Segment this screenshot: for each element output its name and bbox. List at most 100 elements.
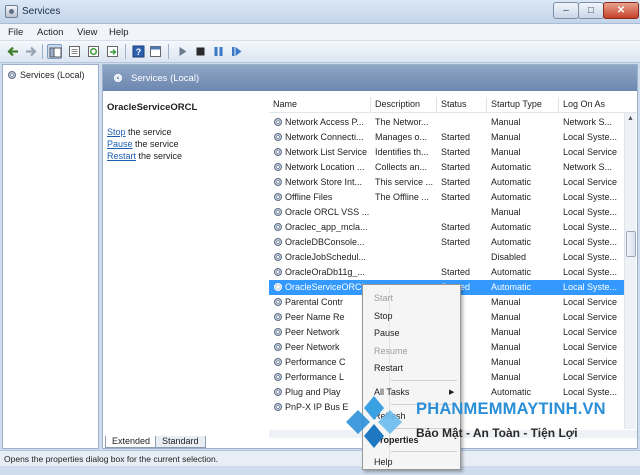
log-on-as-cell: Network S... [563,117,613,127]
column-header-description[interactable]: Description [371,97,437,112]
service-name-cell: Network Access P... [273,117,372,127]
watermark: PHANMEMMAYTINH.VN Bảo Mật - An Toàn - Ti… [342,394,640,450]
detail-panel: OracleServiceORCL Stop the service Pause… [103,91,269,431]
scroll-up-icon[interactable]: ▲ [627,115,634,122]
description-cell: This service ... [375,177,434,187]
tree-item-services-local[interactable]: Services (Local) [7,70,85,80]
table-row[interactable]: OracleDBConsole... Started Automatic Local … [269,235,624,250]
service-name-cell: Network Connecti... [273,132,372,142]
menu-item-help[interactable]: Help [374,457,393,467]
minimize-button[interactable]: – [553,2,579,19]
table-row[interactable]: Network Store Int... This service ... Star… [269,175,624,190]
menu-file[interactable]: File [8,27,23,38]
description-cell: The Offline ... [375,192,429,202]
startup-type-cell: Manual [491,147,521,157]
properties-icon[interactable] [67,44,82,59]
gear-icon [273,192,283,202]
status-cell: Started [441,192,471,202]
maximize-button[interactable]: □ [578,2,604,19]
tree-item-label: Services (Local) [20,70,85,80]
table-row[interactable]: Network Location ... Collects an... Starte… [269,160,624,175]
service-name-cell: Network List Service [273,147,372,157]
menu-view[interactable]: View [77,27,97,38]
service-name: OracleOraDb11g_... [285,267,365,277]
gear-icon [273,372,283,382]
toolbar: ? [0,41,640,63]
service-name: Offline Files [285,192,333,202]
menu-item-stop[interactable]: Stop [374,311,393,321]
console-icon[interactable] [148,44,163,59]
restart-icon[interactable] [229,44,244,59]
table-row[interactable]: Oraclec_app_mcla... Started Automatic Local… [269,220,624,235]
table-row[interactable]: OracleJobSchedul... Disabled Local Syste..… [269,250,624,265]
table-row[interactable]: Network Connecti... Manages o... Started Ma… [269,130,624,145]
back-arrow-icon[interactable] [6,44,21,59]
close-button[interactable]: ✕ [603,2,639,19]
menu-item-resume[interactable]: Resume [374,346,408,356]
column-header-name[interactable]: Name [269,97,371,112]
startup-type-cell: Automatic [491,282,532,292]
vertical-scrollbar[interactable]: ▲ [624,113,636,429]
column-header-status[interactable]: Status [437,97,487,112]
startup-type-cell: Manual [491,297,521,307]
scroll-thumb[interactable] [626,231,636,257]
startup-type-cell: Automatic [491,267,532,277]
description-cell: Identifies th... [375,147,429,157]
table-row[interactable]: Oracle ORCL VSS ... Manual Local Syste... [269,205,624,220]
log-on-as-cell: Local Syste... [563,222,618,232]
column-header-row: Name Description Status Startup Type Log… [269,97,637,113]
service-name: OracleServiceORCL [285,282,367,292]
service-name: Peer Network [285,327,340,337]
table-row[interactable]: Network List Service Identifies th... Star… [269,145,624,160]
show-tree-icon[interactable] [47,44,62,59]
description-cell: Manages o... [375,132,428,142]
pause-service-link[interactable]: Pause [107,139,133,149]
log-on-as-cell: Local Syste... [563,267,618,277]
service-name: Network Connecti... [285,132,364,142]
menu-action[interactable]: Action [37,27,63,38]
stop-icon[interactable] [193,44,208,59]
service-name: Plug and Play [285,387,341,397]
service-name-cell: OracleOraDb11g_... [273,267,372,277]
column-header-log-on-as[interactable]: Log On As [559,97,624,112]
watermark-tagline: Bảo Mật - An Toàn - Tiện Lợi [416,426,578,440]
play-icon[interactable] [175,44,190,59]
status-cell: Started [441,147,471,157]
menu-item-restart[interactable]: Restart [374,363,403,373]
log-on-as-cell: Local Service [563,327,618,337]
menu-item-pause[interactable]: Pause [374,328,400,338]
tab-extended[interactable]: Extended [105,436,158,448]
menu-help[interactable]: Help [109,27,129,38]
refresh-icon[interactable] [86,44,101,59]
service-name: Oraclec_app_mcla... [285,222,368,232]
export-icon[interactable] [105,44,120,59]
startup-type-cell: Automatic [491,162,532,172]
service-name-cell: Performance C [273,357,372,367]
pause-icon[interactable] [211,44,226,59]
service-name: Peer Name Re [285,312,345,322]
action-text: the service [136,151,183,161]
table-row[interactable]: Offline Files The Offline ... Started Autom… [269,190,624,205]
menu-item-start[interactable]: Start [374,293,393,303]
service-name-cell: Offline Files [273,192,372,202]
column-header-startup-type[interactable]: Startup Type [487,97,559,112]
startup-type-cell: Automatic [491,237,532,247]
action-text: the service [132,139,179,149]
description-cell: The Networ... [375,117,429,127]
startup-type-cell: Manual [491,132,521,142]
forward-arrow-icon[interactable] [23,44,38,59]
table-row[interactable]: Network Access P... The Networ... Manual Ne… [269,115,624,130]
status-cell: Started [441,267,471,277]
action-stop: Stop the service [107,127,172,137]
stop-service-link[interactable]: Stop [107,127,126,137]
help-icon[interactable]: ? [131,44,146,59]
restart-service-link[interactable]: Restart [107,151,136,161]
startup-type-cell: Automatic [491,192,532,202]
service-name-cell: Performance L [273,372,372,382]
tab-standard[interactable]: Standard [155,436,206,448]
action-pause: Pause the service [107,139,179,149]
table-row[interactable]: OracleOraDb11g_... Started Automatic Local … [269,265,624,280]
service-name-cell: Peer Network [273,342,372,352]
service-name: OracleJobSchedul... [285,252,367,262]
log-on-as-cell: Local Service [563,312,618,322]
